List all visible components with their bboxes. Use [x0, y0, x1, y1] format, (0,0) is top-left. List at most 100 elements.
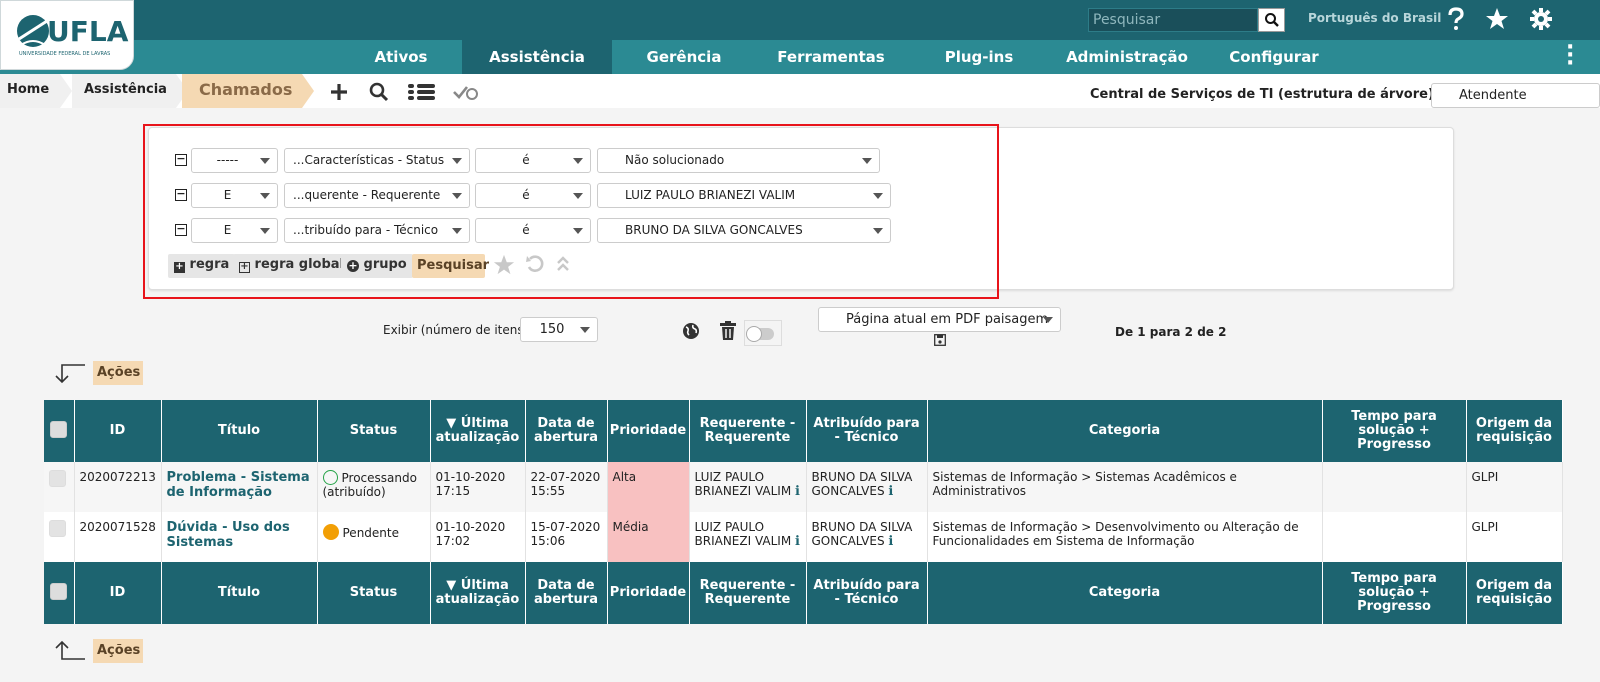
global-search-button[interactable] [1258, 8, 1285, 32]
search-icon[interactable] [366, 80, 392, 104]
help-icon[interactable] [1442, 5, 1470, 33]
save-icon[interactable] [933, 333, 947, 347]
column-header[interactable]: Prioridade [607, 562, 690, 624]
column-header[interactable]: Tempo para solução + Progresso [1322, 562, 1467, 624]
info-icon[interactable]: ℹ [795, 484, 800, 499]
export-format-select[interactable]: Página atual em PDF paisagem [818, 307, 1061, 332]
nav-gerencia[interactable]: Gerência [612, 40, 756, 74]
ticket-origin: GLPI [1466, 512, 1563, 562]
list-icon[interactable] [406, 80, 438, 104]
column-header[interactable]: ▼ Última atualização [430, 400, 526, 462]
logo[interactable]: UFLA UNIVERSIDADE FEDERAL DE LAVRAS [0, 0, 134, 70]
column-header[interactable]: Status [317, 400, 431, 462]
add-global-rule-button[interactable]: + regra global [233, 254, 351, 278]
column-header[interactable]: Atribuído para - Técnico [806, 562, 928, 624]
column-header[interactable]: Data de abertura [525, 562, 608, 624]
criteria-field-select[interactable]: ...tribuído para - Técnico [284, 218, 470, 243]
plus-square-outline-icon: + [239, 261, 250, 273]
column-header[interactable]: Requerente - Requerente [689, 562, 807, 624]
criteria-value-select[interactable]: LUIZ PAULO BRIANEZI VALIM [597, 183, 891, 208]
info-icon[interactable]: ℹ [795, 534, 800, 549]
more-menu-icon[interactable]: · · · [1566, 37, 1574, 75]
column-header[interactable]: Título [161, 562, 318, 624]
criteria-value-select[interactable]: BRUNO DA SILVA GONCALVES [597, 218, 891, 243]
criteria-value-select[interactable]: Não solucionado [597, 148, 880, 173]
breadcrumb-assistencia[interactable]: Assistência [72, 74, 176, 108]
column-header[interactable]: Origem da requisição [1466, 562, 1563, 624]
select-all-checkbox[interactable] [44, 562, 75, 624]
column-header[interactable]: Categoria [927, 400, 1323, 462]
add-group-button[interactable]: + grupo [341, 254, 413, 278]
requester-name: LUIZ PAULO BRIANEZI VALIM [694, 520, 792, 548]
criteria-field-select[interactable]: ...Características - Status [284, 148, 470, 173]
nav-plugins[interactable]: Plug-ins [906, 40, 1052, 74]
toggle-switch[interactable] [744, 320, 782, 346]
breadcrumb-separator [302, 74, 314, 108]
reset-icon[interactable] [524, 253, 546, 275]
column-header[interactable]: ID [74, 562, 162, 624]
info-icon[interactable]: ℹ [888, 534, 893, 549]
column-header[interactable]: ID [74, 400, 162, 462]
approve-icon[interactable] [452, 80, 480, 104]
star-icon[interactable] [492, 253, 516, 277]
nav-administracao[interactable]: Administração [1052, 40, 1202, 74]
ticket-title[interactable]: Dúvida - Uso dos Sistemas [167, 520, 290, 550]
nav-configurar[interactable]: Configurar [1202, 40, 1346, 74]
ticket-title-link[interactable]: Dúvida - Uso dos Sistemas [161, 512, 318, 562]
criteria-link-select[interactable]: ----- [191, 148, 278, 173]
add-icon[interactable] [326, 80, 352, 104]
globe-icon[interactable] [681, 321, 701, 341]
gear-icon[interactable] [1527, 5, 1555, 33]
profile-selector[interactable]: Atendente [1431, 83, 1600, 108]
ticket-requester: LUIZ PAULO BRIANEZI VALIM ℹ [689, 462, 807, 512]
column-header[interactable]: Categoria [927, 562, 1323, 624]
column-header[interactable]: Origem da requisição [1466, 400, 1563, 462]
ticket-category: Sistemas de Informação > Sistemas Acadêm… [927, 462, 1323, 512]
ticket-title[interactable]: Problema - Sistema de Informação [167, 470, 310, 500]
assigned-name: BRUNO DA SILVA GONCALVES [811, 470, 913, 498]
trash-icon[interactable] [718, 320, 738, 342]
row-checkbox[interactable] [44, 512, 75, 562]
table-row[interactable]: 2020072213 Problema - Sistema de Informa… [44, 462, 1563, 512]
column-header[interactable]: Data de abertura [525, 400, 608, 462]
column-header[interactable]: Requerente - Requerente [689, 400, 807, 462]
entity-name[interactable]: Central de Serviços de TI (estrutura de … [1090, 87, 1434, 102]
display-count-select[interactable]: 150 [520, 317, 598, 342]
collapse-icon[interactable] [554, 254, 572, 274]
criteria-operator-select[interactable]: é [475, 148, 591, 173]
info-icon[interactable]: ℹ [888, 484, 893, 499]
breadcrumb-chamados[interactable]: Chamados [182, 74, 302, 108]
nav-assistencia[interactable]: Assistência [462, 40, 612, 74]
criteria-operator-select[interactable]: é [475, 218, 591, 243]
nav-ativos[interactable]: Ativos [340, 40, 462, 74]
breadcrumb-home[interactable]: Home [0, 74, 60, 108]
remove-rule-icon[interactable]: − [175, 188, 187, 201]
plus-square-icon: + [174, 261, 185, 273]
criteria-link-select[interactable]: E [191, 218, 278, 243]
star-icon[interactable] [1483, 5, 1511, 33]
column-header[interactable]: Atribuído para - Técnico [806, 400, 928, 462]
table-row[interactable]: 2020071528 Dúvida - Uso dos Sistemas Pen… [44, 512, 1563, 562]
select-all-checkbox[interactable] [44, 400, 75, 462]
column-header[interactable]: Prioridade [607, 400, 690, 462]
actions-button-top[interactable]: Ações [93, 361, 143, 385]
criteria-link-select[interactable]: E [191, 183, 278, 208]
ticket-title-link[interactable]: Problema - Sistema de Informação [161, 462, 318, 512]
criteria-field-select[interactable]: ...querente - Requerente [284, 183, 470, 208]
search-submit-button[interactable]: Pesquisar [412, 254, 489, 278]
actions-button-bottom[interactable]: Ações [93, 639, 143, 663]
row-checkbox[interactable] [44, 462, 75, 512]
column-header[interactable]: Tempo para solução + Progresso [1322, 400, 1467, 462]
remove-rule-icon[interactable]: − [175, 153, 187, 166]
nav-ferramentas[interactable]: Ferramentas [756, 40, 906, 74]
column-header[interactable]: Título [161, 400, 318, 462]
add-rule-button[interactable]: + regra [168, 254, 236, 278]
criteria-operator-select[interactable]: é [475, 183, 591, 208]
global-search-input[interactable]: Pesquisar [1088, 8, 1258, 32]
ticket-assigned: BRUNO DA SILVA GONCALVES ℹ [806, 462, 928, 512]
breadcrumb-separator [60, 74, 72, 108]
language-selector[interactable]: Português do Brasil [1308, 11, 1441, 25]
remove-rule-icon[interactable]: − [175, 223, 187, 236]
column-header[interactable]: ▼ Última atualização [430, 562, 526, 624]
column-header[interactable]: Status [317, 562, 431, 624]
